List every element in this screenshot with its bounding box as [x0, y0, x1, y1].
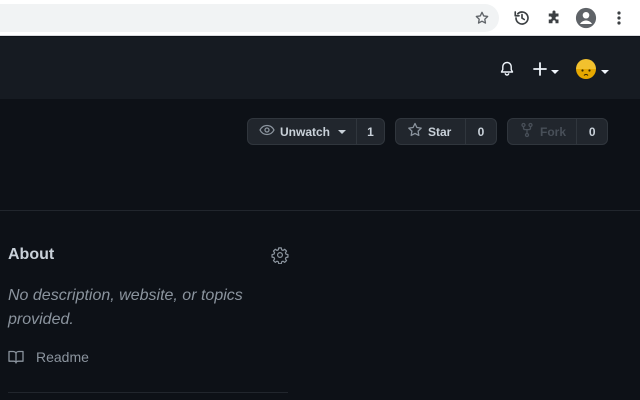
- chevron-down-icon: [338, 129, 347, 134]
- avatar: [575, 58, 597, 85]
- extensions-icon[interactable]: [542, 6, 566, 30]
- fork-label: Fork: [540, 124, 567, 139]
- user-menu-dropdown[interactable]: [575, 58, 609, 85]
- star-icon: [407, 122, 428, 141]
- kebab-menu-icon[interactable]: [607, 6, 631, 30]
- create-new-dropdown[interactable]: [533, 62, 559, 81]
- plus-icon: [533, 62, 547, 81]
- bookmark-star-icon[interactable]: [470, 6, 494, 30]
- chevron-down-icon: [551, 69, 559, 74]
- fork-icon: [519, 122, 540, 141]
- about-divider: [8, 392, 288, 393]
- fork-button-group: Fork 0: [507, 118, 608, 145]
- book-icon: [8, 350, 24, 364]
- readme-label: Readme: [36, 349, 89, 365]
- notifications-button[interactable]: [499, 61, 515, 82]
- forks-count[interactable]: 0: [576, 119, 607, 144]
- profile-icon[interactable]: [574, 6, 598, 30]
- eye-icon: [259, 122, 280, 141]
- readme-link[interactable]: Readme: [8, 349, 89, 365]
- browser-toolbar: [0, 0, 640, 36]
- notification-bell-icon: [499, 61, 515, 82]
- watch-button-group: Unwatch 1: [247, 118, 385, 145]
- about-heading: About: [8, 246, 55, 263]
- watchers-count[interactable]: 1: [356, 119, 384, 144]
- star-label: Star: [428, 124, 452, 139]
- fork-button[interactable]: Fork: [508, 119, 576, 144]
- unwatch-button[interactable]: Unwatch: [248, 119, 356, 144]
- about-description: No description, website, or topics provi…: [8, 287, 243, 328]
- history-icon[interactable]: [510, 6, 534, 30]
- address-bar[interactable]: [0, 4, 499, 32]
- section-divider: [0, 210, 640, 211]
- stargazers-count[interactable]: 0: [465, 119, 496, 144]
- star-button-group: Star 0: [395, 118, 497, 145]
- gear-icon[interactable]: [271, 246, 289, 265]
- chevron-down-icon: [601, 69, 609, 74]
- star-button[interactable]: Star: [396, 119, 465, 144]
- unwatch-label: Unwatch: [280, 124, 331, 139]
- github-header: [0, 37, 640, 99]
